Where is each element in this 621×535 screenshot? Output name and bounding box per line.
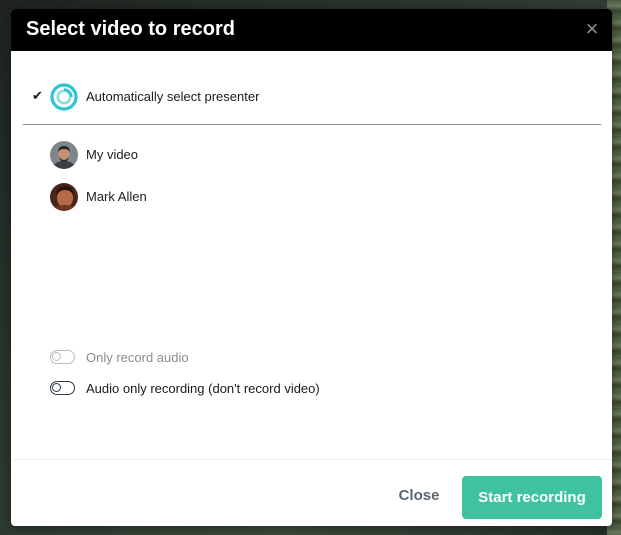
select-video-dialog: Select video to record × ✔ Automatically… bbox=[11, 9, 612, 526]
only-record-audio-toggle bbox=[50, 350, 75, 364]
toggle-knob bbox=[52, 352, 61, 361]
checkmark-icon: ✔ bbox=[32, 88, 43, 103]
close-icon[interactable]: × bbox=[582, 18, 602, 40]
audio-only-recording-toggle[interactable] bbox=[50, 381, 75, 395]
toggle-knob bbox=[52, 383, 61, 392]
auto-presenter-icon bbox=[50, 83, 78, 111]
option-auto-presenter[interactable]: ✔ Automatically select presenter bbox=[11, 82, 571, 112]
option-label: Automatically select presenter bbox=[86, 89, 260, 104]
option-my-video[interactable]: My video bbox=[11, 140, 571, 170]
dialog-title: Select video to record bbox=[26, 18, 235, 40]
divider bbox=[23, 124, 601, 125]
dialog-header: Select video to record × bbox=[11, 9, 612, 51]
avatar-mark-allen bbox=[50, 183, 78, 211]
dialog-footer: Close Start recording bbox=[11, 459, 612, 526]
option-mark-allen[interactable]: Mark Allen bbox=[11, 182, 571, 212]
option-label: Mark Allen bbox=[86, 189, 147, 204]
toggle-label: Only record audio bbox=[86, 350, 189, 365]
toggle-label: Audio only recording (don't record video… bbox=[86, 381, 320, 396]
start-recording-button[interactable]: Start recording bbox=[462, 476, 602, 519]
close-button[interactable]: Close bbox=[387, 484, 451, 508]
option-label: My video bbox=[86, 147, 139, 162]
toggle-row-audio-only-recording: Audio only recording (don't record video… bbox=[11, 378, 571, 400]
toggle-row-only-record-audio: Only record audio bbox=[11, 347, 571, 369]
avatar-my-video bbox=[50, 141, 78, 169]
